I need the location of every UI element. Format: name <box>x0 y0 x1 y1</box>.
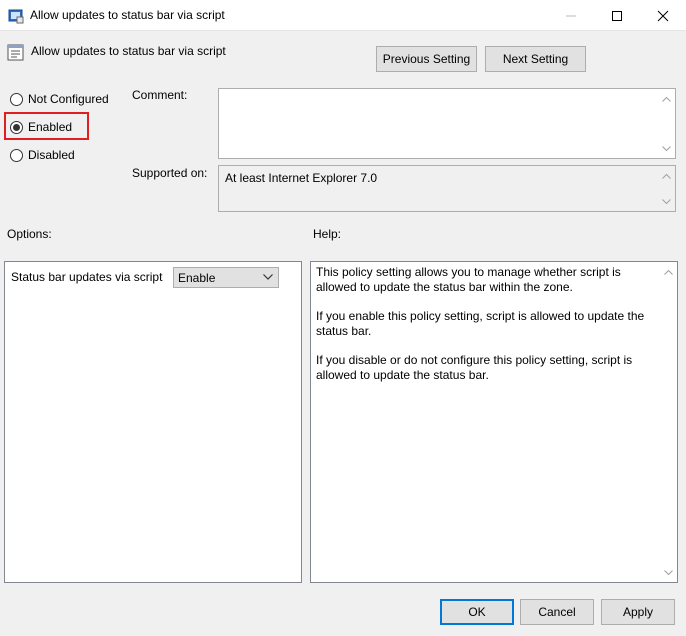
status-bar-updates-select[interactable]: Enable <box>173 267 279 288</box>
supported-on-label: Supported on: <box>132 166 208 180</box>
next-setting-button[interactable]: Next Setting <box>485 46 586 72</box>
scroll-down-icon[interactable] <box>658 140 675 157</box>
radio-label: Disabled <box>28 148 75 162</box>
help-paragraph: This policy setting allows you to manage… <box>316 265 621 294</box>
maximize-button[interactable] <box>594 0 640 31</box>
setting-title: Allow updates to status bar via script <box>31 44 226 58</box>
supported-on-value: At least Internet Explorer 7.0 <box>225 171 378 185</box>
scroll-down-icon[interactable] <box>658 193 675 210</box>
options-panel: Status bar updates via script Enable <box>4 261 302 583</box>
help-label: Help: <box>313 227 342 241</box>
chevron-down-icon <box>263 274 273 280</box>
title-bar: Allow updates to status bar via script <box>0 0 686 31</box>
help-paragraph: If you enable this policy setting, scrip… <box>316 309 645 338</box>
help-paragraph: If you disable or do not configure this … <box>316 353 633 382</box>
radio-not-configured[interactable]: Not Configured <box>10 92 109 106</box>
status-bar-updates-label: Status bar updates via script <box>11 270 163 284</box>
policy-icon <box>8 8 24 24</box>
supported-on-box: At least Internet Explorer 7.0 <box>218 165 676 212</box>
comment-textarea[interactable] <box>218 88 676 159</box>
window-title: Allow updates to status bar via script <box>30 8 225 22</box>
ok-button[interactable]: OK <box>440 599 514 625</box>
close-button[interactable] <box>640 0 686 31</box>
maximize-icon <box>612 10 622 21</box>
radio-circle[interactable] <box>10 148 23 162</box>
cancel-button[interactable]: Cancel <box>520 599 594 625</box>
enabled-highlight-box <box>4 112 89 140</box>
setting-icon <box>7 44 24 61</box>
apply-button[interactable]: Apply <box>601 599 675 625</box>
supported-scrollbar[interactable] <box>658 166 675 211</box>
help-text: This policy setting allows you to manage… <box>316 265 656 397</box>
previous-setting-button[interactable]: Previous Setting <box>376 46 477 72</box>
scroll-up-icon[interactable] <box>658 90 675 107</box>
radio-label: Not Configured <box>28 92 109 106</box>
radio-disabled[interactable]: Disabled <box>10 148 75 162</box>
minimize-icon <box>566 15 576 16</box>
options-label: Options: <box>7 227 52 241</box>
close-icon <box>657 10 669 21</box>
radio-circle[interactable] <box>10 92 23 106</box>
comment-scrollbar[interactable] <box>658 89 675 158</box>
scroll-down-icon[interactable] <box>660 564 677 581</box>
select-value: Enable <box>178 270 216 285</box>
scroll-up-icon[interactable] <box>660 263 677 280</box>
comment-label: Comment: <box>132 88 188 102</box>
help-panel: This policy setting allows you to manage… <box>310 261 678 583</box>
scroll-up-icon[interactable] <box>658 167 675 184</box>
minimize-button[interactable] <box>548 0 594 31</box>
help-scrollbar[interactable] <box>660 262 677 582</box>
